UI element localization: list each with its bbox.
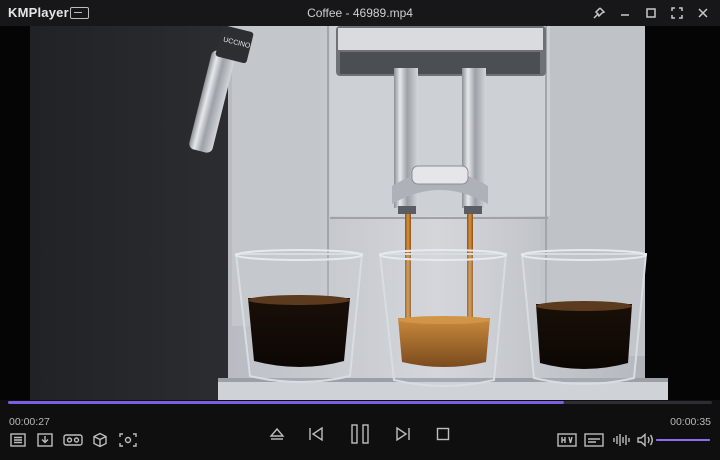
volume-icon[interactable] [635, 432, 655, 448]
stop-icon[interactable] [434, 425, 452, 443]
video-scene: UCCINO [0, 26, 720, 400]
3d-cube-icon[interactable] [91, 431, 109, 449]
volume-level [656, 439, 710, 441]
app-brand[interactable]: KMPlayer [8, 5, 69, 20]
eject-icon[interactable] [268, 425, 286, 443]
close-icon[interactable] [692, 3, 714, 23]
vr-icon[interactable] [62, 432, 84, 448]
total-time: 00:00:35 [670, 416, 711, 428]
next-icon[interactable] [393, 424, 413, 444]
video-frame[interactable]: UCCINO [0, 26, 720, 400]
maximize-icon[interactable] [640, 3, 662, 23]
previous-icon[interactable] [306, 424, 326, 444]
seek-progress [8, 401, 565, 404]
download-icon[interactable] [36, 432, 54, 448]
volume-slider[interactable] [656, 439, 710, 441]
pause-icon[interactable] [347, 421, 373, 447]
elapsed-time: 00:00:27 [9, 416, 50, 428]
title-bar: KMPlayer Coffee - 46989.mp4 [0, 0, 720, 26]
fullscreen-icon[interactable] [666, 3, 688, 23]
menu-icon[interactable] [70, 7, 89, 19]
caption-icon[interactable] [583, 432, 605, 448]
playlist-icon[interactable] [9, 432, 27, 448]
minimize-icon[interactable] [614, 3, 636, 23]
pin-icon[interactable] [588, 3, 610, 23]
seek-bar[interactable] [8, 401, 712, 404]
equalizer-icon[interactable] [611, 432, 631, 448]
subtitle-icon[interactable] [556, 432, 578, 448]
window-controls [588, 3, 714, 23]
capture-icon[interactable] [118, 432, 138, 448]
